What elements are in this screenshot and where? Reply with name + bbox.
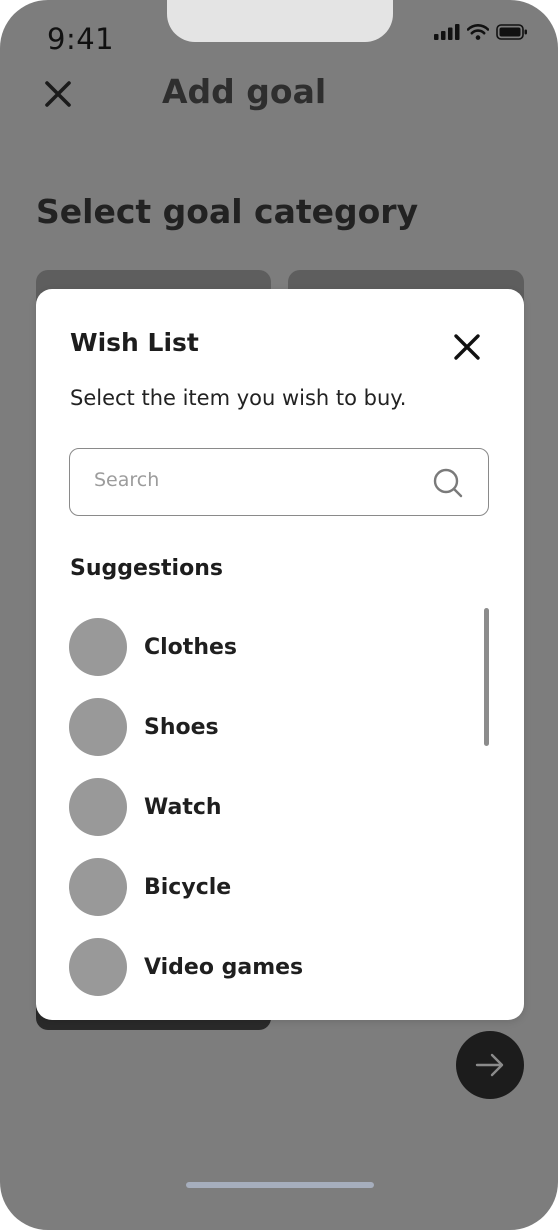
- scrollbar[interactable]: [484, 608, 489, 746]
- search-icon[interactable]: [432, 467, 464, 499]
- status-time: 9:41: [47, 22, 115, 56]
- list-item[interactable]: Shoes: [69, 687, 469, 767]
- modal-subtitle: Select the item you wish to buy.: [70, 386, 407, 410]
- search-input[interactable]: [92, 468, 416, 492]
- item-image-placeholder: [69, 938, 127, 996]
- item-image-placeholder: [69, 858, 127, 916]
- suggestions-heading: Suggestions: [70, 556, 223, 581]
- list-item[interactable]: Bicycle: [69, 847, 469, 927]
- home-indicator[interactable]: [186, 1182, 374, 1188]
- battery-icon: [496, 24, 527, 40]
- wifi-icon: [467, 24, 489, 40]
- search-field[interactable]: [69, 448, 489, 516]
- list-item-label: Video games: [144, 954, 304, 980]
- list-item-label: Shoes: [144, 714, 219, 740]
- list-item-label: Watch: [144, 794, 222, 820]
- section-title: Select goal category: [36, 192, 419, 231]
- close-icon[interactable]: [42, 78, 74, 110]
- list-item-label: Bicycle: [144, 874, 232, 900]
- list-item[interactable]: Watch: [69, 767, 469, 847]
- item-image-placeholder: [69, 698, 127, 756]
- next-button[interactable]: [456, 1031, 524, 1099]
- device-notch: [167, 0, 393, 42]
- modal-title: Wish List: [70, 328, 199, 357]
- list-item[interactable]: Clothes: [69, 607, 469, 687]
- status-icons: [434, 24, 528, 40]
- item-image-placeholder: [69, 778, 127, 836]
- suggestions-list: Clothes Shoes Watch Bicycle Video games: [69, 607, 469, 1007]
- signal-icon: [434, 24, 460, 40]
- list-item-label: Clothes: [144, 634, 237, 660]
- page-title: Add goal: [162, 72, 327, 111]
- item-image-placeholder: [69, 618, 127, 676]
- close-icon[interactable]: [452, 332, 482, 362]
- arrow-right-icon: [475, 1053, 504, 1077]
- list-item[interactable]: Video games: [69, 927, 469, 1007]
- phone-screen: 9:41 Add goal Select goal category Wish …: [0, 0, 558, 1230]
- wish-list-modal: Wish List Select the item you wish to bu…: [36, 289, 524, 1020]
